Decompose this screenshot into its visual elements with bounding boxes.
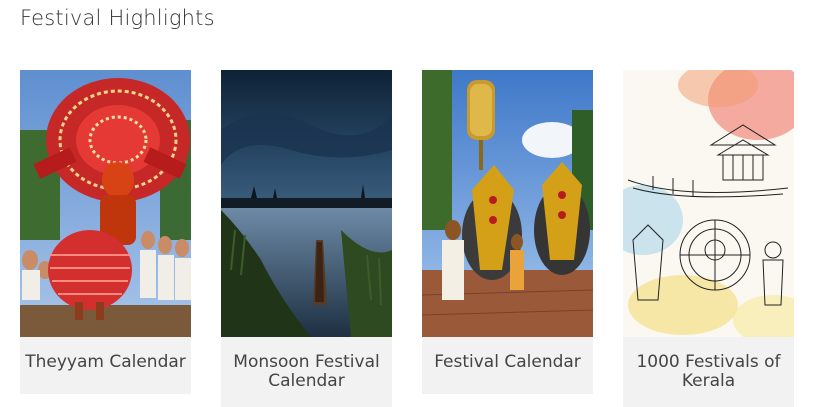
card-festival-calendar[interactable]: Festival Calendar (422, 70, 593, 394)
section-title: Festival Highlights (20, 6, 215, 30)
card-caption[interactable]: Monsoon Festival Calendar (221, 337, 392, 407)
card-1000-festivals-of-kerala[interactable]: 1000 Festivals of Kerala (623, 70, 794, 407)
theyyam-image[interactable] (20, 70, 191, 337)
card-monsoon-festival-calendar[interactable]: Monsoon Festival Calendar (221, 70, 392, 407)
card-caption[interactable]: Theyyam Calendar (20, 337, 191, 394)
elephants-image[interactable] (422, 70, 593, 337)
sketch-image[interactable] (623, 70, 794, 337)
card-caption[interactable]: 1000 Festivals of Kerala (623, 337, 794, 407)
monsoon-image[interactable] (221, 70, 392, 337)
card-caption[interactable]: Festival Calendar (422, 337, 593, 394)
card-theyyam-calendar[interactable]: Theyyam Calendar (20, 70, 191, 394)
